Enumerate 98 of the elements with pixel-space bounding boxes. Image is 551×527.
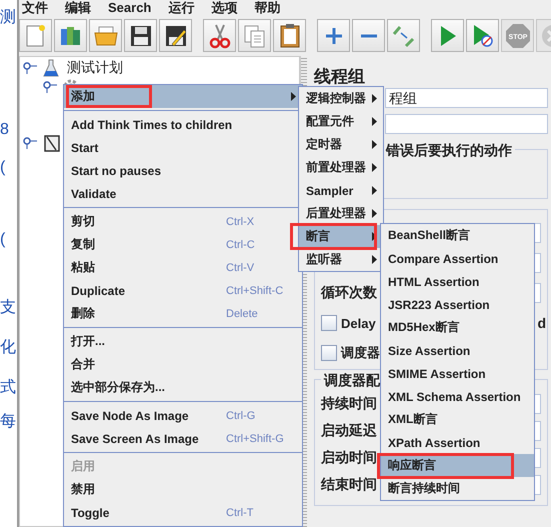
toolbar-button[interactable] (273, 19, 306, 52)
caret-icon (372, 117, 377, 126)
checkbox-label: Delay (341, 316, 376, 330)
field-label: 循环次数 (321, 284, 378, 302)
scissors-icon (208, 22, 232, 48)
menu-item[interactable]: SMIME Assertion (381, 362, 534, 385)
shortcut-label: Ctrl-C (226, 238, 256, 250)
menu-item[interactable]: Save Node As Image Ctrl-G (64, 404, 302, 427)
pins-arrow-icon (392, 24, 416, 48)
menu-item[interactable]: Size Assertion (381, 339, 534, 362)
page-text: 测 (0, 8, 17, 28)
menu-item[interactable]: 定时器 (299, 133, 383, 156)
menu-item[interactable]: 逻辑控制器 (299, 87, 383, 110)
tree-node-label[interactable]: 测试计划 (65, 58, 125, 76)
caret-icon (372, 163, 377, 172)
page-text: 支 (0, 298, 17, 318)
tree-handle-icon[interactable] (23, 62, 37, 74)
play-clock-icon (472, 24, 494, 48)
shortcut-label: Ctrl-T (226, 506, 254, 518)
menu-item[interactable]: 监听器 (299, 248, 383, 271)
menu-item[interactable]: XPath Assertion (381, 431, 534, 454)
caret-icon (372, 232, 377, 241)
caret-icon (372, 94, 377, 103)
menu-item[interactable]: 删除 Delete (64, 302, 302, 325)
page-text: 化 (0, 338, 17, 358)
group-label: 错误后要执行的动作 (383, 141, 515, 159)
page-text: 式 (0, 378, 17, 398)
comment-field[interactable] (385, 114, 548, 134)
menu-item[interactable]: Duplicate Ctrl+Shift-C (64, 279, 302, 302)
menu-item[interactable]: 前置处理器 (299, 156, 383, 179)
menu-title[interactable]: Search (108, 0, 152, 15)
name-field[interactable]: 程组 (385, 88, 548, 108)
menu-item[interactable]: Start no pauses (64, 159, 302, 182)
field-label: 结束时间 (321, 476, 378, 494)
panel-title: 线程组 (314, 66, 366, 83)
tree-handle-icon[interactable] (23, 136, 37, 148)
shortcut-label: Ctrl-V (226, 262, 256, 274)
menu-item[interactable]: Add Think Times to children (64, 113, 302, 136)
play-icon (438, 24, 456, 46)
toolbar-button[interactable] (124, 19, 157, 52)
page-text: 每 (0, 412, 17, 432)
menu-item[interactable]: Compare Assertion (381, 247, 534, 270)
disk-pencil-icon (164, 24, 188, 48)
menu-title[interactable]: 帮助 (254, 0, 280, 15)
menu-item[interactable]: JSR223 Assertion (381, 293, 534, 316)
plus-icon (324, 26, 344, 46)
menu-title[interactable]: 文件 (22, 0, 48, 15)
shortcut-label: Ctrl+Shift-G (226, 432, 285, 444)
menu-item[interactable]: 粘贴 Ctrl-V (64, 256, 302, 279)
menu-item[interactable]: Validate (64, 182, 302, 205)
menu-item[interactable]: 配置元件 (299, 110, 383, 133)
menu-item[interactable]: 断言持续时间 (381, 477, 534, 500)
caret-icon (372, 209, 377, 218)
menu-title[interactable]: 选项 (211, 0, 238, 15)
menu-item[interactable]: Save Screen As Image Ctrl+Shift-G (64, 427, 302, 450)
menu-item[interactable]: MD5Hex断言 (381, 316, 534, 339)
menu-item[interactable]: 禁用 (64, 478, 302, 501)
checkbox[interactable] (321, 345, 337, 361)
field-label: 启动时间 (321, 448, 378, 466)
tree-handle-icon[interactable] (43, 80, 57, 92)
field-label: 持续时间 (321, 394, 378, 412)
caret-icon (372, 186, 377, 195)
menu-item[interactable]: HTML Assertion (381, 270, 534, 293)
checkbox-label: 调度器 (341, 344, 380, 362)
menu-title[interactable]: 编辑 (65, 0, 91, 15)
menu-item[interactable]: BeanShell断言 (381, 224, 534, 247)
shortcut-label: Ctrl+Shift-C (226, 284, 284, 296)
flask-icon (43, 58, 59, 76)
menu-title[interactable]: 运行 (168, 0, 194, 15)
checkbox[interactable] (321, 315, 337, 331)
clipboard-icon (278, 22, 302, 48)
menu-item[interactable]: 剪切 Ctrl-X (64, 210, 302, 233)
menu-item[interactable]: 选中部分保存为... (64, 376, 302, 399)
shortcut-label: Ctrl-G (226, 410, 256, 422)
caret-icon (372, 255, 377, 264)
copy-icon (242, 24, 266, 48)
menu-item[interactable]: XML断言 (381, 408, 534, 431)
minus-icon (358, 32, 378, 40)
notepad-icon (43, 134, 61, 152)
menu-item[interactable]: 打开... (64, 330, 302, 353)
folder-icon (92, 24, 118, 48)
new-file-icon (24, 24, 46, 48)
shortcut-label: Delete (226, 308, 259, 320)
page-text: ( (0, 158, 6, 178)
field-label: 启动延迟 (321, 422, 378, 440)
shortcut-label: Ctrl-X (226, 216, 256, 228)
caret-icon (372, 140, 377, 149)
menu-item[interactable]: XML Schema Assertion (381, 385, 534, 408)
menu-item[interactable]: Start (64, 136, 302, 159)
toolbar-button[interactable] (159, 19, 192, 52)
checkbox-label: d (537, 315, 546, 331)
menu-item[interactable]: Sampler (299, 179, 383, 202)
page-text: 8 (0, 120, 10, 140)
page-text: ( (0, 230, 6, 250)
menu-item[interactable]: 后置处理器 (299, 202, 383, 225)
group-label: 调度器配 (321, 371, 383, 389)
menu-item[interactable]: 合并 (64, 353, 302, 376)
menu-item[interactable]: Toggle Ctrl-T (64, 501, 302, 524)
